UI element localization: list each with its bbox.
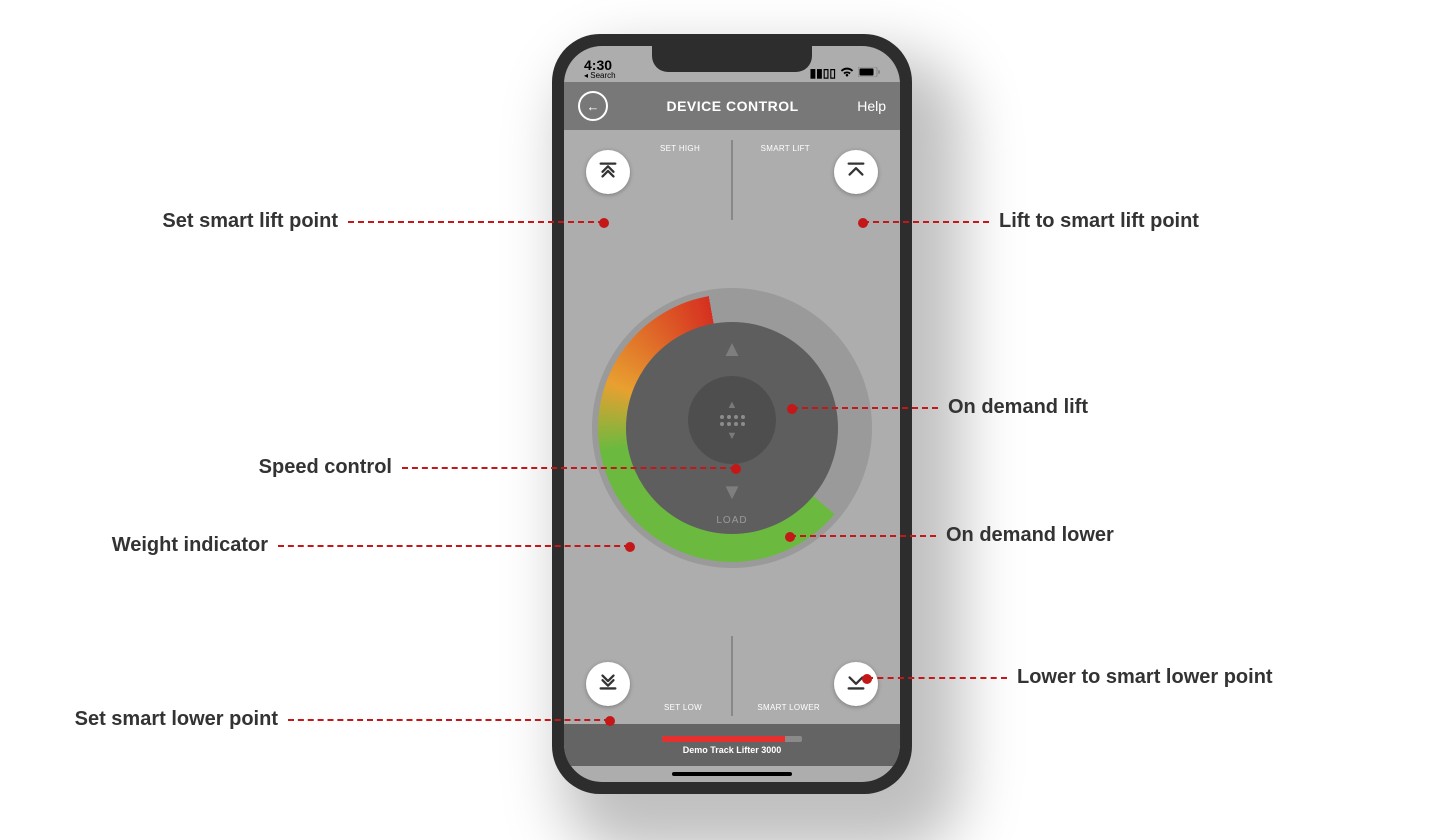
help-button[interactable]: Help (857, 98, 886, 114)
label-smart-lower: SMART LOWER (757, 703, 820, 712)
speed-control[interactable]: ▲ ▼ (688, 376, 776, 464)
progress-bar (662, 736, 802, 742)
speed-dots-icon (720, 415, 745, 426)
device-name: Demo Track Lifter 3000 (683, 745, 782, 755)
label-smart-lift: SMART LIFT (761, 144, 810, 153)
annotation-weight-indicator: Weight indicator (66, 534, 630, 557)
set-low-icon (597, 671, 619, 698)
load-label: LOAD (716, 515, 747, 526)
wifi-icon (840, 66, 854, 80)
set-high-button[interactable] (586, 150, 630, 194)
annotation-set-smart-lower: Set smart lower point (14, 708, 610, 731)
triangle-down-icon: ▼ (721, 479, 743, 504)
battery-icon (858, 66, 880, 80)
page-title: DEVICE CONTROL (666, 98, 798, 114)
lower-button[interactable]: ▼ (721, 479, 743, 505)
back-button[interactable]: ← (578, 91, 608, 121)
label-set-high: SET HIGH (660, 144, 700, 153)
signal-icon: ▮▮▯▯ (810, 66, 836, 80)
nav-bar: ← DEVICE CONTROL Help (564, 82, 900, 130)
dial-inner: ▲ ▲ ▼ ▼ LOAD (626, 322, 838, 534)
lift-button[interactable]: ▲ (721, 336, 743, 362)
control-panel: SET HIGH SMART LIFT SET LOW SMART LOWER … (564, 130, 900, 726)
annotation-on-demand-lower: On demand lower (790, 524, 1150, 547)
phone-notch (652, 46, 812, 72)
set-high-icon (597, 159, 619, 186)
annotation-set-smart-lift: Set smart lift point (114, 210, 604, 233)
annotation-lift-smart: Lift to smart lift point (863, 210, 1273, 233)
triangle-up-icon: ▲ (721, 336, 743, 361)
annotation-on-demand-lift: On demand lift (792, 396, 1122, 419)
annotation-speed-control: Speed control (188, 456, 736, 479)
small-triangle-up-icon: ▲ (727, 399, 738, 411)
status-back-to-app[interactable]: ◂ Search (584, 72, 616, 80)
divider-bottom (731, 636, 733, 716)
set-low-button[interactable] (586, 662, 630, 706)
small-triangle-down-icon: ▼ (727, 430, 738, 442)
label-set-low: SET LOW (664, 703, 702, 712)
smart-lift-button[interactable] (834, 150, 878, 194)
footer-bar: Demo Track Lifter 3000 (564, 724, 900, 766)
smart-lift-icon (845, 159, 867, 186)
divider-top (731, 140, 733, 220)
back-arrow-icon: ← (587, 99, 600, 114)
status-icons: ▮▮▯▯ (810, 66, 880, 80)
home-indicator (672, 772, 792, 776)
status-time: 4:30 (584, 58, 616, 72)
annotation-lower-smart: Lower to smart lower point (867, 666, 1347, 689)
